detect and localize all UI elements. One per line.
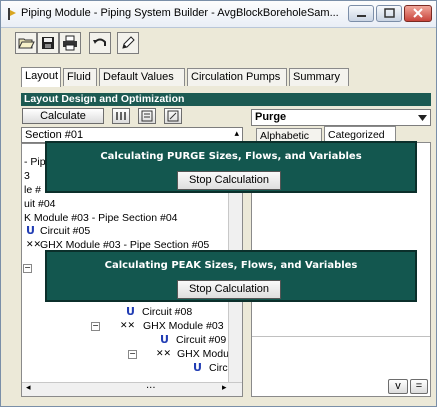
expand-tree-button[interactable] xyxy=(112,108,130,124)
open-folder-icon xyxy=(18,38,35,49)
print-icon xyxy=(63,35,77,51)
stop-calculation-button[interactable]: Stop Calculation xyxy=(177,280,281,299)
edit-icon xyxy=(122,36,135,49)
tree-item[interactable]: - Pip xyxy=(24,156,46,168)
calculate-button[interactable]: Calculate xyxy=(22,108,104,124)
minimize-button[interactable] xyxy=(348,5,374,22)
save-button[interactable] xyxy=(37,32,59,54)
properties-icon xyxy=(167,110,179,122)
circuit-icon: U xyxy=(160,333,169,346)
undo-icon xyxy=(93,38,106,46)
tree-item[interactable]: Circ xyxy=(209,362,228,374)
scroll-right-icon[interactable]: ▸ xyxy=(222,383,227,393)
close-icon xyxy=(413,8,423,18)
panel-v-button[interactable]: v xyxy=(388,379,408,394)
tree-item[interactable]: uit #04 xyxy=(24,198,56,210)
tab-layout[interactable]: Layout xyxy=(21,67,61,87)
mode-selector-value: Purge xyxy=(255,111,287,123)
scroll-up-arrow-icon[interactable]: ▴ xyxy=(234,129,239,139)
circuit-icon: U xyxy=(26,224,35,237)
ghx-module-icon: ✕✕ xyxy=(156,349,172,359)
scroll-left-icon[interactable]: ◂ xyxy=(26,383,31,393)
layout-design-header: Layout Design and Optimization xyxy=(21,93,431,106)
piping-module-window: Piping Module - Piping System Builder - … xyxy=(0,0,437,407)
print-button[interactable] xyxy=(59,32,81,54)
mode-selector[interactable]: Purge xyxy=(251,109,431,126)
tree-horizontal-scrollbar[interactable]: ◂ ... ▸ xyxy=(22,380,242,396)
ghx-module-icon: ✕✕ xyxy=(120,321,136,331)
tree-collapse-toggle[interactable]: − xyxy=(91,322,100,331)
tree-item[interactable]: K Module #03 - Pipe Section #04 xyxy=(24,212,178,224)
purge-calculation-message: Calculating PURGE Sizes, Flows, and Vari… xyxy=(100,151,362,162)
peak-calculation-message: Calculating PEAK Sizes, Flows, and Varia… xyxy=(104,260,358,271)
maximize-button[interactable] xyxy=(376,5,402,22)
undo-button[interactable] xyxy=(89,32,111,54)
tree-item[interactable]: GHX Module #03 xyxy=(143,320,224,332)
ghx-module-icon: ✕✕ xyxy=(26,240,42,250)
panel-equals-button[interactable]: = xyxy=(410,379,428,394)
tree-item[interactable]: Circuit #09 xyxy=(176,334,226,346)
section-selector-value: Section #01 xyxy=(25,129,84,141)
purge-calculation-dialog: Calculating PURGE Sizes, Flows, and Vari… xyxy=(45,141,417,193)
title-bar[interactable]: Piping Module - Piping System Builder - … xyxy=(1,1,436,28)
tree-item[interactable]: Circuit #08 xyxy=(142,306,192,318)
tab-circulation-pumps[interactable]: Circulation Pumps xyxy=(187,68,287,86)
list-icon xyxy=(141,110,153,122)
circuit-icon: U xyxy=(126,305,135,318)
properties-button[interactable] xyxy=(164,108,182,124)
panel-divider xyxy=(252,336,430,337)
tab-fluid[interactable]: Fluid xyxy=(63,68,97,86)
open-folder-button[interactable] xyxy=(15,32,37,54)
tree-item[interactable]: GHX Modu xyxy=(177,348,229,360)
tree-item[interactable]: Circuit #05 xyxy=(40,225,90,237)
close-button[interactable] xyxy=(404,5,432,22)
edit-button[interactable] xyxy=(117,32,139,54)
tree-item[interactable]: le # xyxy=(24,184,41,196)
minimize-icon xyxy=(357,15,366,17)
grid-icon xyxy=(116,112,126,120)
tree-collapse-toggle[interactable]: − xyxy=(128,350,137,359)
circuit-icon: U xyxy=(193,361,202,374)
tree-item[interactable]: 3 xyxy=(24,170,30,182)
tab-default-values[interactable]: Default Values xyxy=(99,68,185,86)
chevron-down-icon xyxy=(418,115,427,121)
scroll-thumb[interactable]: ... xyxy=(146,380,156,391)
save-icon xyxy=(42,37,54,49)
window-title: Piping Module - Piping System Builder - … xyxy=(21,7,339,19)
app-icon xyxy=(8,8,16,20)
list-view-button[interactable] xyxy=(138,108,156,124)
tree-collapse-toggle[interactable]: − xyxy=(23,264,32,273)
maximize-icon xyxy=(384,8,395,18)
tab-summary[interactable]: Summary xyxy=(289,68,349,86)
peak-calculation-dialog: Calculating PEAK Sizes, Flows, and Varia… xyxy=(45,250,417,302)
stop-calculation-button[interactable]: Stop Calculation xyxy=(177,171,281,190)
